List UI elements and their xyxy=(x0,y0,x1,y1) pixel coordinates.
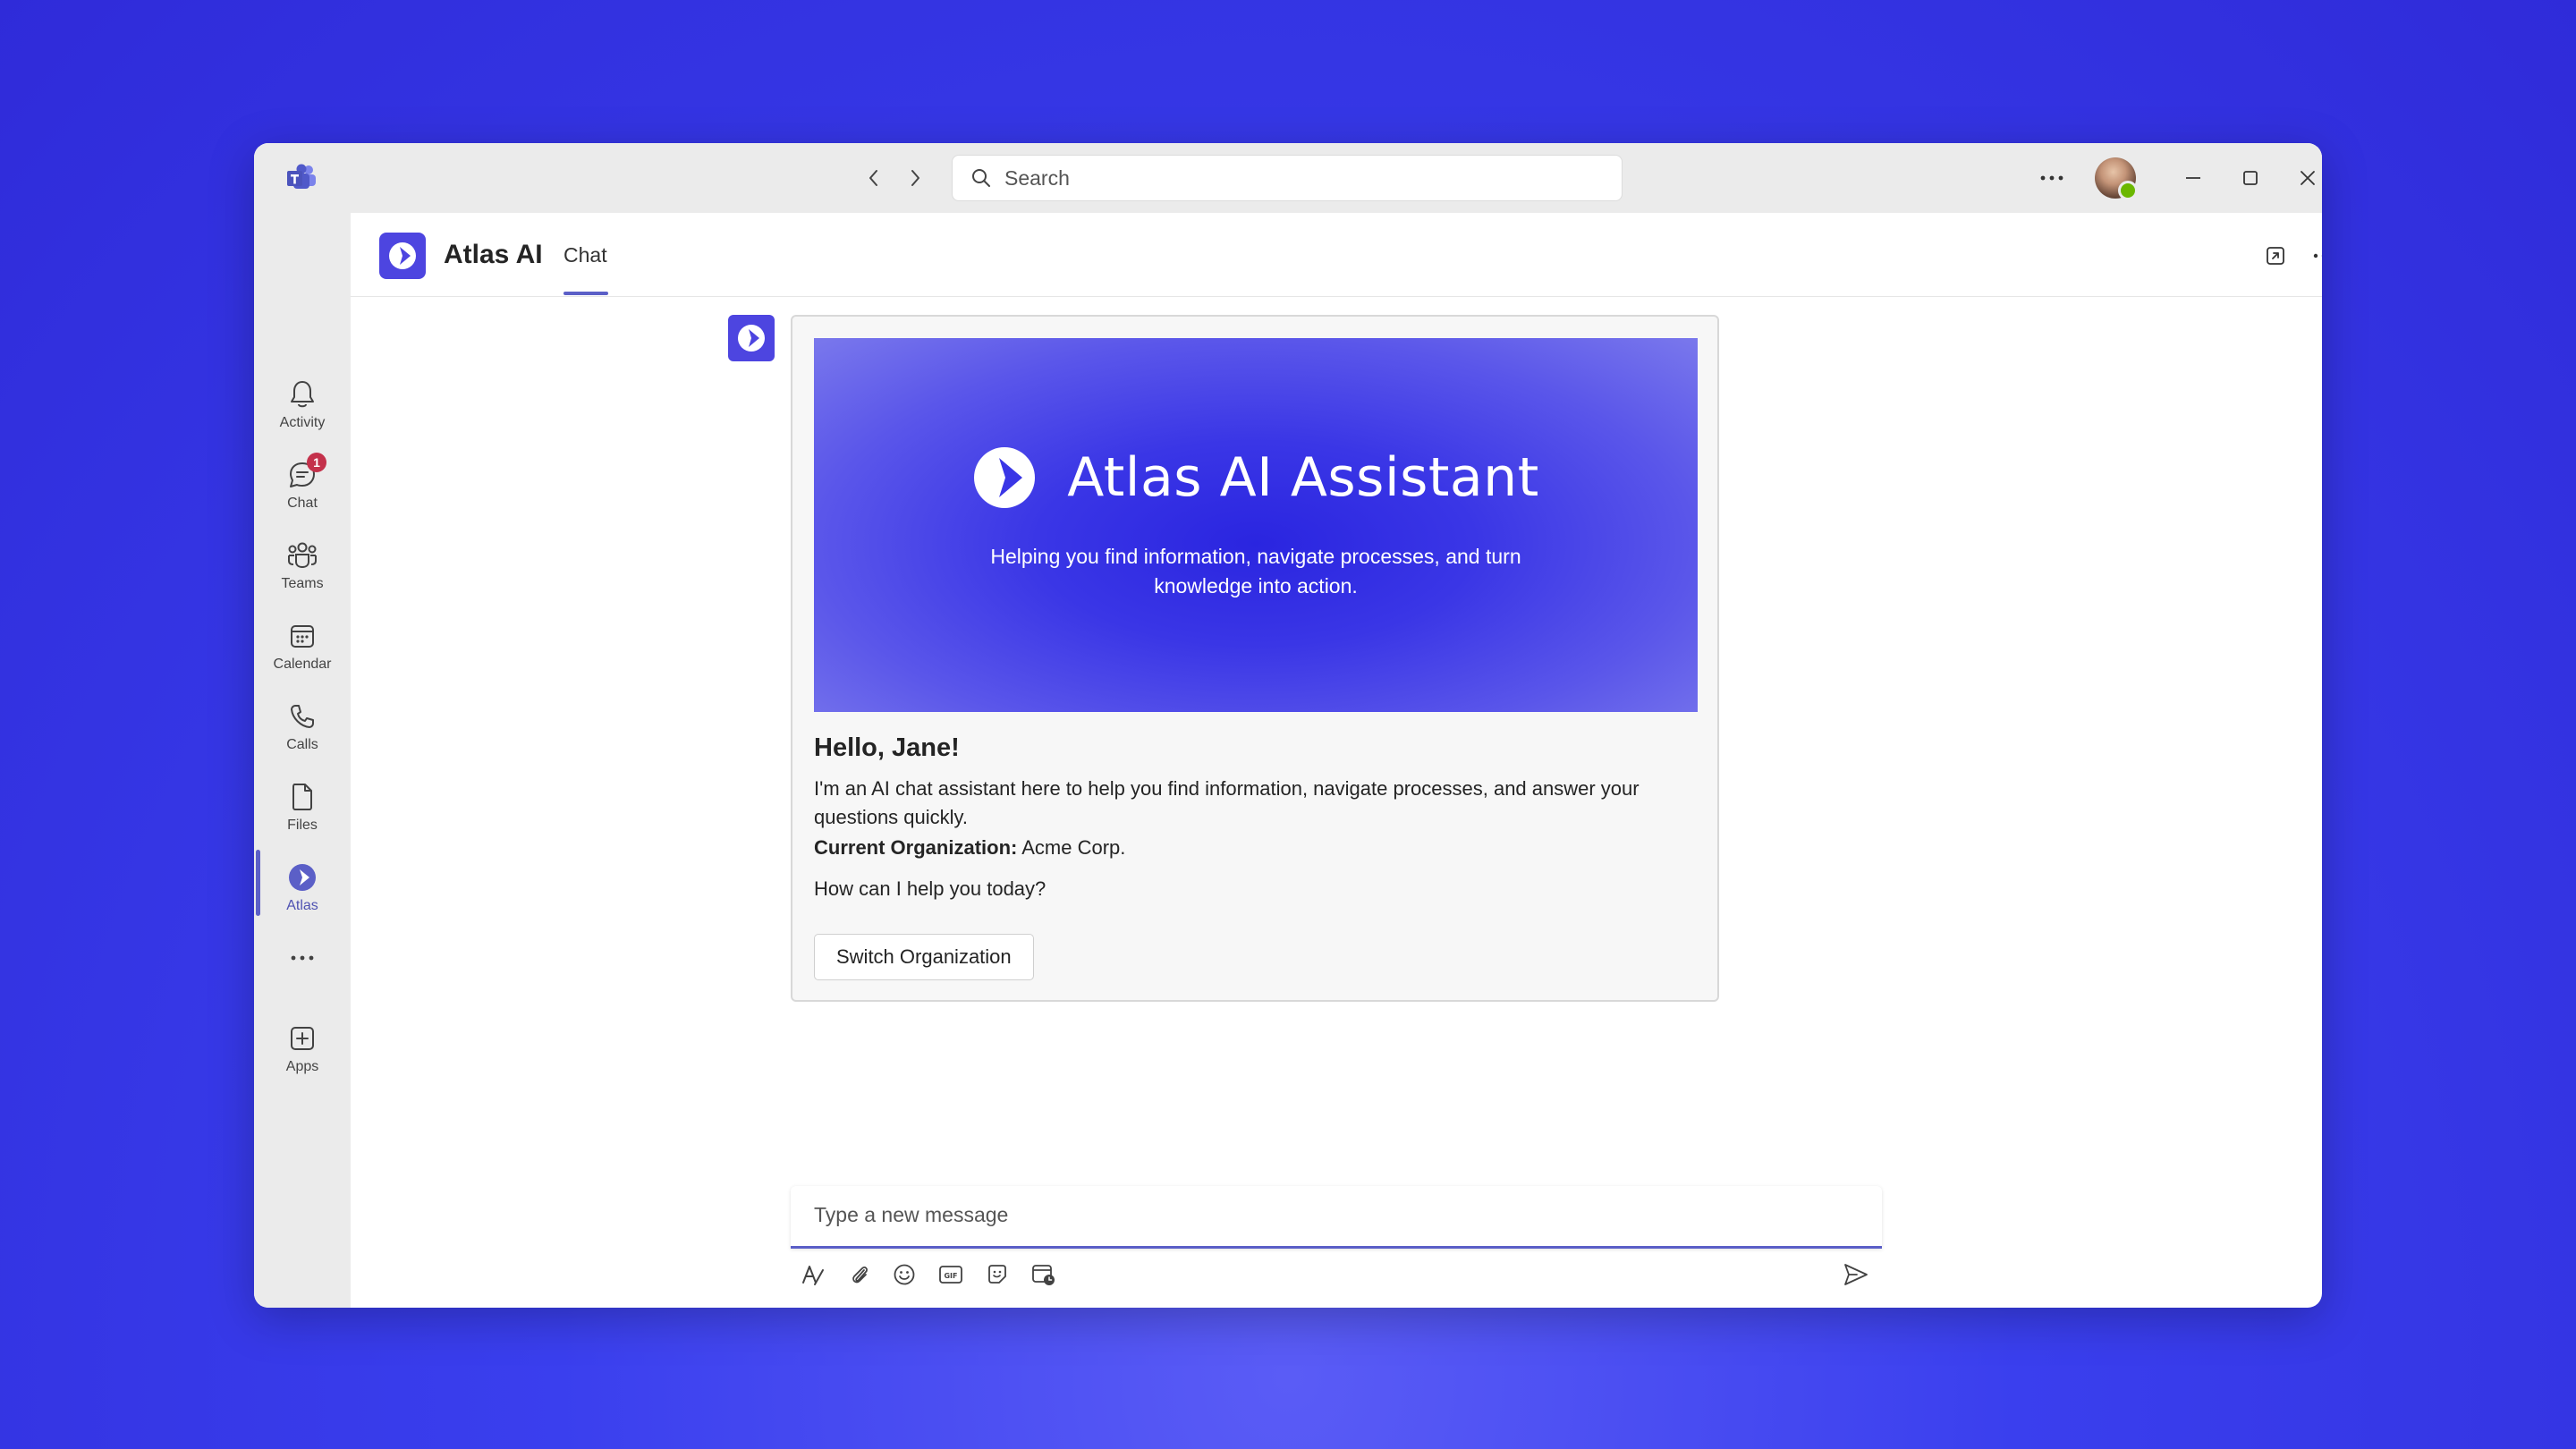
apps-icon xyxy=(285,1021,319,1055)
back-arrow-icon[interactable] xyxy=(859,163,889,193)
teams-window: Search Activity 1 Chat Teams Calendar Ca… xyxy=(254,143,2322,1308)
rail-label: Files xyxy=(287,818,318,833)
format-icon[interactable] xyxy=(798,1259,828,1290)
search-icon xyxy=(970,166,994,190)
user-avatar[interactable] xyxy=(2095,157,2138,200)
presence-available-icon xyxy=(2118,181,2138,200)
current-organization: Current Organization: Acme Corp. xyxy=(814,834,1690,862)
phone-icon xyxy=(285,699,319,733)
hero-title: Atlas AI Assistant xyxy=(1067,446,1539,509)
search-placeholder: Search xyxy=(1004,165,1070,190)
calendar-icon xyxy=(285,619,319,653)
hero-banner: Atlas AI Assistant Helping you find info… xyxy=(814,338,1698,712)
atlas-icon xyxy=(285,860,319,894)
rail-item-calendar[interactable]: Calendar xyxy=(254,614,351,685)
atlas-logo-icon xyxy=(738,325,765,352)
tab-active-underline xyxy=(564,292,608,295)
emoji-icon[interactable] xyxy=(889,1259,919,1290)
minimize-icon[interactable] xyxy=(2175,161,2211,195)
message-composer xyxy=(791,1186,1882,1249)
rail-item-chat[interactable]: 1 Chat xyxy=(254,453,351,524)
sticker-icon[interactable] xyxy=(982,1259,1013,1290)
app-title: Atlas AI xyxy=(444,240,543,269)
unread-badge: 1 xyxy=(307,453,326,472)
intro-text: I'm an AI chat assistant here to help yo… xyxy=(814,777,1640,828)
rail-item-calls[interactable]: Calls xyxy=(254,694,351,766)
rail-item-atlas[interactable]: Atlas xyxy=(254,855,351,927)
org-value: Acme Corp. xyxy=(1021,836,1126,859)
more-icon xyxy=(285,941,319,975)
rail-label: Teams xyxy=(281,576,324,591)
teams-logo-icon xyxy=(286,164,317,191)
search-box[interactable]: Search xyxy=(952,155,1623,201)
header-more-icon[interactable] xyxy=(2308,240,2322,272)
welcome-card: Atlas AI Assistant Helping you find info… xyxy=(791,315,1719,1002)
rail-label: Calls xyxy=(286,737,318,752)
maximize-icon[interactable] xyxy=(2233,161,2268,195)
tab-chat[interactable]: Chat xyxy=(564,243,607,267)
bot-avatar xyxy=(728,315,775,361)
rail-more-apps[interactable] xyxy=(254,936,351,986)
close-icon[interactable] xyxy=(2290,161,2322,195)
app-rail: Activity 1 Chat Teams Calendar Calls Fil… xyxy=(254,213,351,1308)
org-label: Current Organization: xyxy=(814,836,1018,859)
rail-item-apps[interactable]: Apps xyxy=(254,1016,351,1088)
app-header: Atlas AI Chat xyxy=(351,213,2322,297)
help-prompt: How can I help you today? xyxy=(814,877,1046,900)
rail-item-files[interactable]: Files xyxy=(254,775,351,846)
gif-icon[interactable]: GIF xyxy=(936,1259,966,1290)
teams-icon xyxy=(285,538,319,572)
rail-label: Chat xyxy=(287,496,318,511)
bell-icon xyxy=(285,377,319,411)
rail-label: Apps xyxy=(285,1059,319,1074)
title-bar: Search xyxy=(254,143,2322,213)
forward-arrow-icon[interactable] xyxy=(900,163,930,193)
file-icon xyxy=(285,780,319,814)
chat-icon: 1 xyxy=(285,453,326,492)
message-input[interactable] xyxy=(812,1202,1844,1228)
greeting: Hello, Jane! xyxy=(814,733,960,762)
schedule-meeting-icon[interactable] xyxy=(1029,1259,1059,1290)
rail-label: Atlas xyxy=(286,898,318,913)
svg-text:GIF: GIF xyxy=(944,1272,957,1280)
switch-organization-button[interactable]: Switch Organization xyxy=(814,934,1034,980)
rail-item-teams[interactable]: Teams xyxy=(254,533,351,605)
pop-out-icon[interactable] xyxy=(2259,240,2292,272)
atlas-logo-icon xyxy=(379,233,426,279)
attach-icon[interactable] xyxy=(844,1259,875,1290)
rail-item-activity[interactable]: Activity xyxy=(254,372,351,444)
more-options-icon[interactable] xyxy=(2034,161,2070,195)
send-icon[interactable] xyxy=(1841,1259,1871,1290)
rail-label: Calendar xyxy=(273,657,332,672)
atlas-logo-icon xyxy=(972,445,1037,510)
rail-label: Activity xyxy=(279,415,326,430)
hero-subtitle: Helping you find information, navigate p… xyxy=(990,545,1521,597)
